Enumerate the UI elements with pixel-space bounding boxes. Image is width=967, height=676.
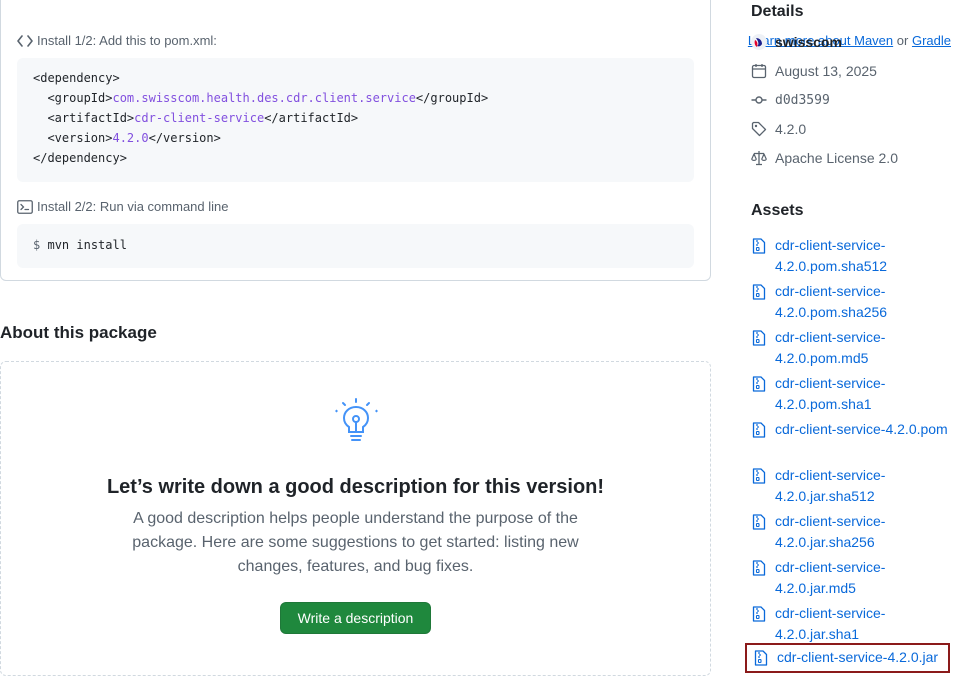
- owner-name: swisscom: [775, 34, 842, 50]
- asset-name: cdr-client-service-4.2.0.jar.sha1: [775, 605, 886, 642]
- install-step-1: Install 1/2: Add this to pom.xml:: [17, 33, 217, 48]
- date-row: August 13, 2025: [751, 63, 877, 79]
- code-line: <dependency>: [33, 71, 120, 85]
- asset-link[interactable]: cdr-client-service-4.2.0.pom.sha512: [751, 235, 951, 277]
- install-step-1-label: Install 1/2: Add this to pom.xml:: [37, 33, 217, 48]
- asset-link[interactable]: cdr-client-service-4.2.0.jar.md5: [751, 557, 951, 599]
- terminal-icon: [17, 199, 33, 214]
- license-label: Apache License 2.0: [775, 150, 898, 166]
- file-zip-icon: [751, 468, 767, 484]
- write-description-button[interactable]: Write a description: [280, 602, 431, 634]
- asset-link[interactable]: cdr-client-service-4.2.0.jar.sha1: [751, 603, 951, 645]
- or-text: or: [896, 33, 909, 48]
- prompt-symbol: $: [33, 238, 41, 252]
- asset-link[interactable]: cdr-client-service-4.2.0.jar.sha512: [751, 465, 951, 507]
- file-zip-icon: [751, 330, 767, 346]
- assets-heading: Assets: [751, 202, 804, 219]
- asset-name: cdr-client-service-4.2.0.jar.md5: [775, 559, 886, 596]
- file-zip-icon: [751, 606, 767, 622]
- law-icon: [751, 150, 767, 166]
- asset-name: cdr-client-service-4.2.0.pom.md5: [775, 329, 886, 366]
- publish-date: August 13, 2025: [775, 63, 877, 79]
- asset-link[interactable]: cdr-client-service-4.2.0.jar.sha256: [751, 511, 951, 553]
- license-row: Apache License 2.0: [751, 150, 898, 166]
- asset-link[interactable]: cdr-client-service-4.2.0.pom.sha1: [751, 373, 951, 415]
- code-icon: [17, 34, 33, 48]
- about-heading: About this package: [0, 323, 157, 342]
- asset-link[interactable]: cdr-client-service-4.2.0.pom.md5: [751, 327, 951, 369]
- install-step-2-label: Install 2/2: Run via command line: [37, 199, 229, 214]
- pom-snippet[interactable]: <dependency> <groupId>com.swisscom.healt…: [17, 58, 694, 182]
- calendar-icon: [751, 63, 767, 79]
- code-line: <version>4.2.0</version>: [33, 131, 221, 145]
- file-zip-icon: [751, 284, 767, 300]
- group-id-value: com.swisscom.health.des.cdr.client.servi…: [112, 91, 416, 105]
- artifact-id-value: cdr-client-service: [134, 111, 265, 125]
- details-heading: Details: [751, 3, 804, 20]
- file-zip-icon: [751, 514, 767, 530]
- blank-state-description: A good description helps people understa…: [132, 510, 579, 575]
- code-line: <groupId>com.swisscom.health.des.cdr.cli…: [33, 91, 489, 105]
- file-zip-icon: [751, 376, 767, 392]
- asset-link[interactable]: cdr-client-service-4.2.0.pom.sha256: [751, 281, 951, 323]
- file-zip-icon: [751, 422, 767, 438]
- gradle-link[interactable]: Gradle: [912, 33, 951, 48]
- commit-row: d0d3599: [751, 92, 830, 108]
- asset-name: cdr-client-service-4.2.0.jar.sha512: [775, 467, 886, 504]
- command-text: mvn install: [47, 238, 127, 252]
- version-row: 4.2.0: [751, 121, 806, 137]
- tag-icon: [751, 121, 767, 137]
- git-commit-icon: [751, 92, 767, 108]
- file-zip-icon: [751, 238, 767, 254]
- file-zip-icon: [751, 560, 767, 576]
- lightbulb-icon: [330, 397, 382, 447]
- version-value: 4.2.0: [112, 131, 149, 145]
- commit-hash: d0d3599: [775, 92, 830, 108]
- asset-name: cdr-client-service-4.2.0.jar: [777, 649, 939, 665]
- code-line: <artifactId>cdr-client-service</artifact…: [33, 111, 359, 125]
- command-snippet[interactable]: $ mvn install: [17, 224, 694, 268]
- code-line: $ mvn install: [33, 235, 678, 255]
- asset-name: cdr-client-service-4.2.0.pom.sha512: [775, 237, 888, 274]
- asset-link-selected[interactable]: cdr-client-service-4.2.0.jar: [745, 643, 950, 673]
- owner-avatar: [751, 34, 767, 50]
- asset-name: cdr-client-service-4.2.0.jar.sha256: [775, 513, 886, 550]
- blank-state-title: Let’s write down a good description for …: [106, 476, 605, 498]
- version-label: 4.2.0: [775, 121, 807, 137]
- asset-name: cdr-client-service-4.2.0.pom: [775, 421, 948, 437]
- owner-row[interactable]: swisscom: [751, 34, 842, 50]
- asset-link[interactable]: cdr-client-service-4.2.0.pom: [751, 419, 951, 440]
- install-step-2: Install 2/2: Run via command line: [17, 199, 228, 214]
- asset-name: cdr-client-service-4.2.0.pom.sha256: [775, 283, 888, 320]
- file-zip-icon: [753, 650, 769, 666]
- code-line: </dependency>: [33, 151, 127, 165]
- asset-name: cdr-client-service-4.2.0.pom.sha1: [775, 375, 886, 412]
